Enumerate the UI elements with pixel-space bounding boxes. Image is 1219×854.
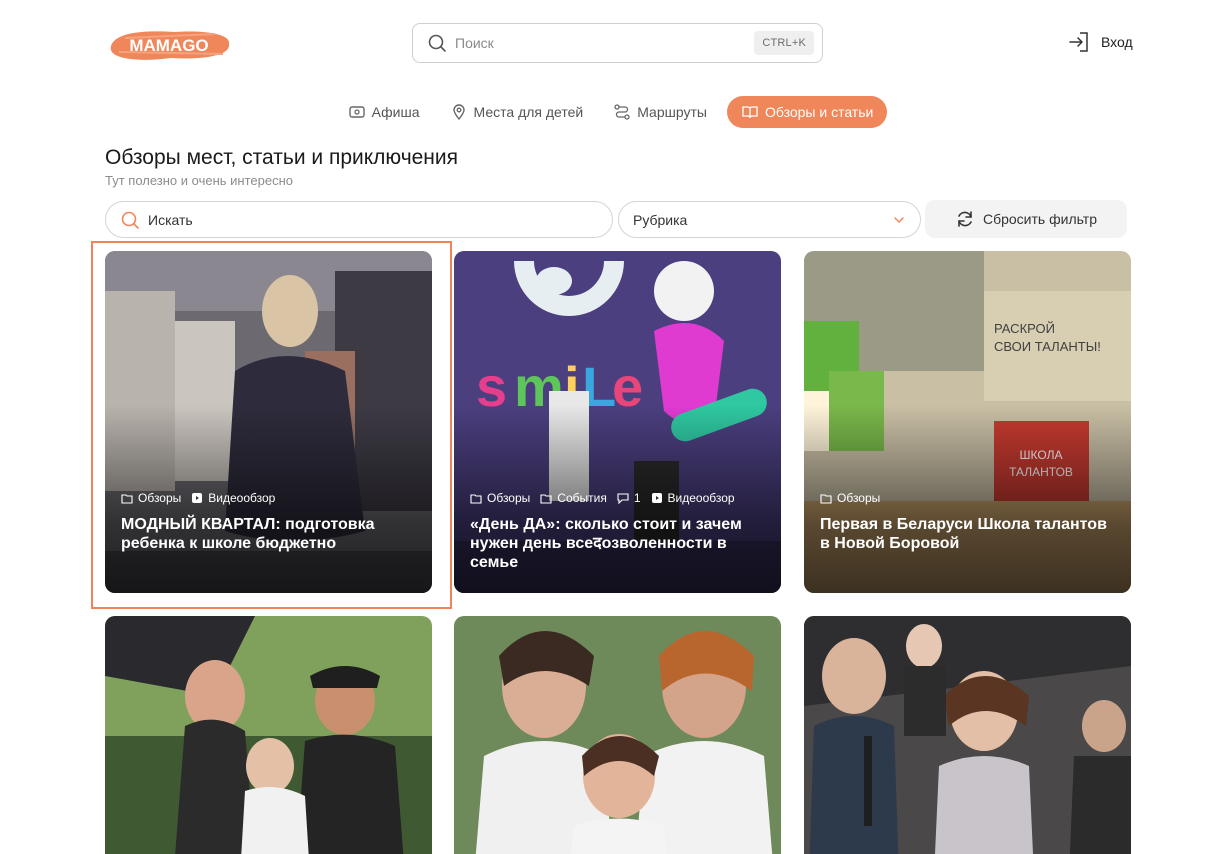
- search-field-text: Искать: [148, 211, 193, 228]
- tab-label: Афиша: [371, 104, 420, 120]
- search-icon: [428, 34, 446, 52]
- page-subtitle: Тут полезно и очень интересно: [105, 173, 294, 188]
- logo-text: MAMAGO: [129, 36, 208, 55]
- article-card[interactable]: [804, 616, 1131, 854]
- articles-search-input[interactable]: Искать: [105, 201, 613, 238]
- shortcut-badge: CTRL+K: [754, 31, 814, 55]
- folder-icon: [540, 493, 552, 504]
- rubric-value: Рубрика: [633, 211, 688, 228]
- tag[interactable]: Видеообзор: [651, 491, 735, 505]
- tab-places[interactable]: Места для детей: [440, 96, 594, 128]
- article-card[interactable]: ШКОЛА ТАЛАНТОВ РАСКРОЙ СВОИ ТАЛАНТЫ! Обз…: [804, 251, 1131, 593]
- tab-routes[interactable]: Маршруты: [603, 96, 717, 128]
- login-button[interactable]: Вход: [1067, 30, 1133, 54]
- video-icon: [651, 493, 662, 503]
- login-label: Вход: [1101, 34, 1133, 50]
- comment-icon: [617, 493, 629, 504]
- article-card[interactable]: [454, 616, 781, 854]
- ticket-icon: [348, 106, 365, 118]
- article-card[interactable]: [105, 616, 432, 854]
- chevron-down-icon: [894, 216, 904, 223]
- map-pin-icon: [452, 104, 465, 121]
- folder-icon: [470, 493, 482, 504]
- tag[interactable]: События: [540, 491, 607, 505]
- mamago-logo[interactable]: MAMAGO: [105, 24, 235, 64]
- login-icon: [1069, 32, 1088, 52]
- refresh-icon: [958, 211, 972, 227]
- tag[interactable]: Обзоры: [470, 491, 530, 505]
- page-title: Обзоры мест, статьи и приключения: [105, 146, 459, 169]
- main-nav: Афиша Места для детей Маршруты Обзоры и …: [0, 96, 1219, 128]
- book-icon: [742, 106, 758, 119]
- tab-label: Маршруты: [637, 104, 707, 120]
- selected-card-outline: [91, 241, 452, 609]
- card-title[interactable]: «День ДА»: сколько стоит и зачем нужен д…: [470, 515, 763, 572]
- search-placeholder[interactable]: Поиск: [455, 35, 754, 51]
- site-search[interactable]: Поиск CTRL+K: [412, 23, 823, 63]
- tab-reviews[interactable]: Обзоры и статьи: [726, 96, 888, 128]
- card-image: [454, 616, 781, 854]
- reset-filter-label: Сбросить фильтр: [982, 211, 1098, 227]
- reset-filter-button[interactable]: Сбросить фильтр: [925, 200, 1127, 238]
- route-icon: [614, 104, 630, 120]
- comments-count[interactable]: 1: [617, 491, 641, 505]
- tab-label: Места для детей: [473, 104, 584, 120]
- card-tags: Обзоры События 1 Видеообзор: [470, 491, 769, 505]
- card-image: [105, 616, 432, 854]
- card-image: [804, 616, 1131, 854]
- card-title[interactable]: Первая в Беларуси Школа талантов в Новой…: [820, 515, 1113, 553]
- article-card[interactable]: s m i L e Обзоры События 1 Видеообзор «Д…: [454, 251, 781, 593]
- card-tags: Обзоры: [820, 491, 1119, 505]
- tab-label: Обзоры и статьи: [764, 104, 874, 120]
- tab-afisha[interactable]: Афиша: [338, 96, 430, 128]
- folder-icon: [820, 493, 832, 504]
- tag[interactable]: Обзоры: [820, 491, 880, 505]
- rubric-select[interactable]: Рубрика: [618, 201, 921, 238]
- search-icon: [121, 211, 139, 229]
